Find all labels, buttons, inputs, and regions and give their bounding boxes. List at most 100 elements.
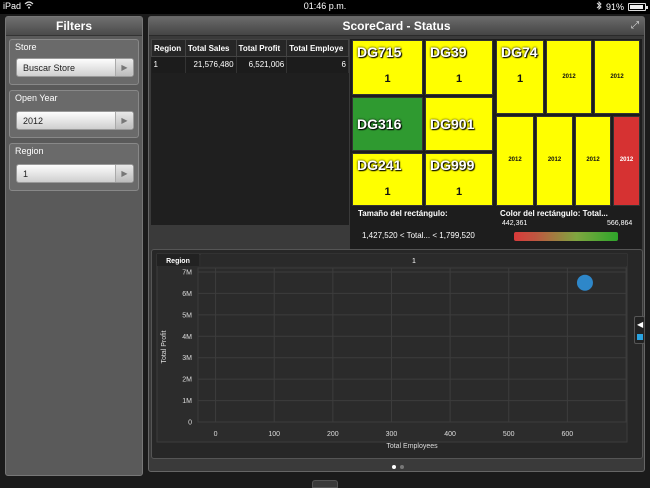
- open-year-filter-label: Open Year: [15, 93, 58, 103]
- tile-label: DG74: [501, 44, 538, 60]
- tile-value: 1: [384, 73, 391, 85]
- legend-square-icon: [637, 334, 643, 340]
- grid-header-total-sales[interactable]: Total Sales: [184, 39, 237, 57]
- treemap-tile[interactable]: 2012: [546, 40, 592, 114]
- store-select[interactable]: Buscar Store ▶: [16, 58, 134, 77]
- treemap-tile-dg241[interactable]: DG241 1: [352, 153, 423, 206]
- treemap-tile[interactable]: 2012: [613, 116, 640, 206]
- treemap-tile-dg316[interactable]: DG316: [352, 97, 423, 151]
- y-tick-label: 5M: [182, 312, 192, 319]
- scorecard-panel: ScoreCard - Status ⤢ Region Total Sales …: [148, 16, 645, 472]
- chevron-right-icon[interactable]: ▶: [115, 165, 133, 182]
- arrow-left-icon[interactable]: ◀: [637, 320, 643, 329]
- treemap-tile[interactable]: 2012: [496, 116, 534, 206]
- chart-nav[interactable]: ◀: [634, 316, 645, 344]
- grid-table: Region Total Sales Total Profit Total Em…: [151, 39, 349, 73]
- status-right: 91%: [596, 0, 648, 12]
- chevron-right-icon[interactable]: ▶: [115, 112, 133, 129]
- scatter-chart: Region 1 0 1M 2M 3M 4M 5M 6M 7M 0 100 200 300 400 500 60…: [156, 253, 628, 450]
- status-bar: iPad 01:46 p.m. 91%: [0, 0, 650, 14]
- y-tick-label: 1M: [182, 398, 192, 405]
- y-axis-label: Total Profit: [161, 330, 168, 363]
- treemap-tile-dg999[interactable]: DG999 1: [425, 153, 493, 206]
- grid-header-total-profit[interactable]: Total Profit: [235, 39, 288, 57]
- filters-title: Filters: [6, 17, 142, 36]
- drawer-handle[interactable]: [312, 480, 338, 488]
- page-dot-1[interactable]: [391, 465, 396, 469]
- panel-header-value: 1: [412, 258, 416, 265]
- store-select-value: Buscar Store: [23, 63, 76, 73]
- table-row[interactable]: 1 21,576,480 6,521,006 6: [151, 56, 349, 73]
- tile-label: DG715: [357, 44, 402, 60]
- treemap-tile[interactable]: 2012: [575, 116, 611, 206]
- treemap-tile[interactable]: 2012: [594, 40, 640, 114]
- page-dot-2[interactable]: [399, 465, 404, 469]
- tile-value: 1: [516, 73, 524, 85]
- size-legend-title: Tamaño del rectángulo:: [358, 209, 448, 218]
- tile-value: 1: [455, 73, 463, 85]
- y-tick-label: 4M: [182, 334, 192, 341]
- scorecard-title: ScoreCard - Status: [149, 17, 644, 36]
- grid-cell-total-profit: 6,521,006: [236, 56, 288, 73]
- x-tick-label: 100: [268, 431, 280, 438]
- chevron-right-icon[interactable]: ▶: [115, 59, 133, 76]
- region-select[interactable]: 1 ▶: [16, 164, 134, 183]
- grid-cell-total-sales: 21,576,480: [185, 56, 237, 73]
- x-tick-label: 300: [386, 431, 398, 438]
- tile-label: DG39: [430, 44, 467, 60]
- region-filter: Region 1 ▶: [9, 143, 139, 191]
- open-year-select-value: 2012: [23, 116, 44, 126]
- tile-value: 2012: [619, 157, 634, 164]
- y-tick-label: 0: [188, 420, 192, 427]
- tile-value: 2012: [547, 157, 562, 164]
- tile-label: DG901: [430, 116, 475, 132]
- grid-header-region[interactable]: Region: [151, 39, 186, 57]
- treemap-tile-dg715[interactable]: DG715 1: [352, 40, 423, 95]
- tile-label: DG316: [357, 116, 402, 132]
- store-filter: Store Buscar Store ▶: [9, 39, 139, 85]
- filters-panel: Filters Store Buscar Store ▶ Open Year 2…: [5, 16, 143, 476]
- grid-cell-total-employees: 6: [286, 56, 349, 73]
- color-legend-title: Color del rectángulo: Total...: [500, 209, 608, 218]
- region-filter-label: Region: [15, 146, 44, 156]
- color-legend-gradient: [514, 232, 618, 241]
- treemap-tile-dg901[interactable]: DG901: [425, 97, 493, 151]
- x-tick-label: 600: [562, 431, 574, 438]
- x-tick-label: 400: [444, 431, 456, 438]
- open-year-select[interactable]: 2012 ▶: [16, 111, 134, 130]
- panel-header-label: Region: [166, 258, 190, 265]
- data-grid: Region Total Sales Total Profit Total Em…: [151, 39, 349, 225]
- grid-header-row: Region Total Sales Total Profit Total Em…: [151, 39, 349, 57]
- treemap-tile[interactable]: 2012: [536, 116, 573, 206]
- size-legend-range: 1,427,520 < Total... < 1,799,520: [362, 231, 475, 240]
- tile-value: 2012: [610, 74, 624, 81]
- tile-value: 2012: [586, 157, 600, 164]
- tile-value: 1: [455, 186, 463, 198]
- plot-area: [197, 267, 627, 423]
- tile-value: 1: [384, 186, 391, 198]
- x-tick-label: 0: [214, 431, 218, 438]
- expand-icon[interactable]: ⤢: [628, 19, 642, 33]
- open-year-filter: Open Year 2012 ▶: [9, 90, 139, 138]
- tile-label: DG241: [357, 157, 402, 173]
- tile-value: 2012: [562, 74, 576, 81]
- status-time: 01:46 p.m.: [303, 1, 347, 11]
- x-tick-label: 500: [503, 431, 515, 438]
- tile-label: DG999: [430, 157, 475, 173]
- tile-value: 2012: [508, 157, 522, 164]
- y-tick-label: 2M: [182, 377, 192, 384]
- y-tick-label: 3M: [182, 355, 192, 362]
- y-tick-label: 7M: [182, 270, 192, 277]
- treemap: DG715 1 DG39 1 DG316 DG901 DG241 1 DG999…: [350, 39, 642, 257]
- y-tick-label: 6M: [182, 291, 192, 298]
- treemap-tile-dg39[interactable]: DG39 1: [425, 40, 493, 95]
- battery-icon: [628, 2, 648, 11]
- bluetooth-icon: [596, 0, 602, 12]
- page-indicator[interactable]: [149, 463, 646, 471]
- grid-cell-region: 1: [151, 56, 186, 73]
- treemap-tile-dg74[interactable]: DG74 1: [496, 40, 544, 114]
- grid-header-total-employees[interactable]: Total Employe: [286, 39, 349, 57]
- battery-percent: 91%: [605, 1, 624, 12]
- store-filter-label: Store: [15, 42, 37, 52]
- region-select-value: 1: [23, 169, 29, 179]
